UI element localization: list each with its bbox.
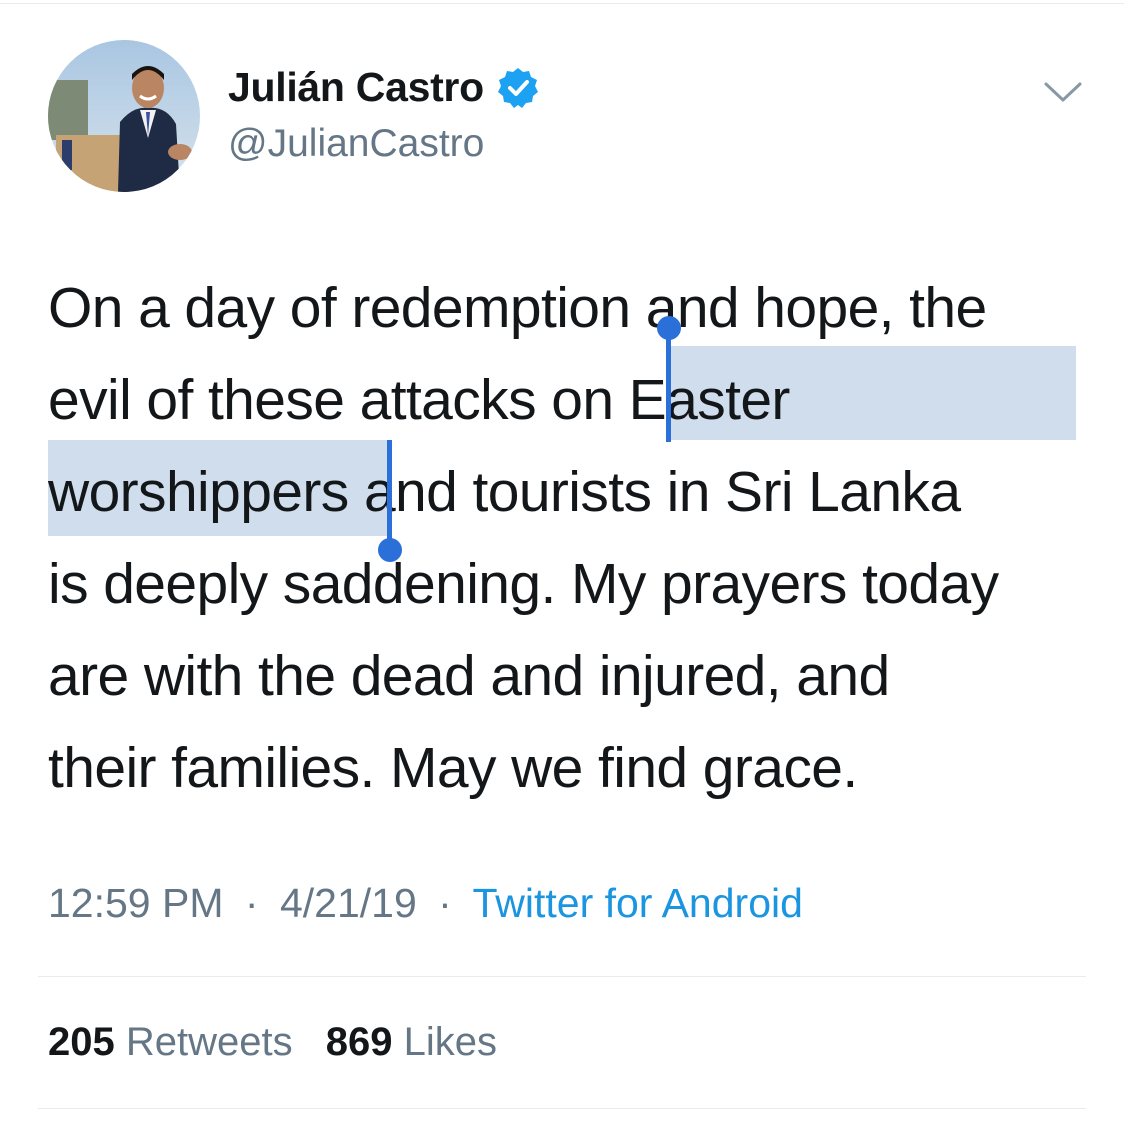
selected-text: Easter <box>628 368 791 432</box>
retweets-count: 205 <box>48 1020 115 1064</box>
tweet-date[interactable]: 4/21/19 <box>280 880 417 926</box>
likes-stat[interactable]: 869 Likes <box>326 1020 497 1064</box>
tweet-stats: 205 Retweets 869 Likes <box>48 1020 519 1065</box>
tweet-meta: 12:59 PM · 4/21/19 · Twitter for Android <box>48 880 803 927</box>
likes-count: 869 <box>325 1020 393 1064</box>
tweet-source-link[interactable]: Twitter for Android <box>472 880 802 926</box>
selected-text: worshippers <box>48 460 349 524</box>
divider <box>38 1108 1086 1109</box>
retweets-label: Retweets <box>125 1020 293 1064</box>
selection-start-handle[interactable] <box>666 330 671 442</box>
retweets-stat[interactable]: 205 Retweets <box>48 1020 293 1064</box>
tweet-line: is deeply saddening. My prayers today <box>48 552 999 616</box>
divider <box>38 976 1086 977</box>
tweet-line: are with the dead and injured, and <box>48 644 890 708</box>
display-name[interactable]: Julián Castro <box>228 64 484 111</box>
selection-end-handle[interactable] <box>387 440 392 544</box>
user-handle[interactable]: @JulianCastro <box>228 122 484 166</box>
selection-end-knob[interactable] <box>378 538 402 562</box>
chevron-down-icon[interactable] <box>1042 78 1084 108</box>
top-divider <box>0 3 1124 4</box>
name-row: Julián Castro <box>228 64 540 111</box>
avatar[interactable] <box>48 40 200 192</box>
meta-separator: · <box>244 880 259 926</box>
tweet-line: their families. May we find grace. <box>48 736 858 800</box>
tweet-text[interactable]: On a day of redemption and hope, the evi… <box>48 262 1098 814</box>
verified-badge-icon <box>496 66 540 110</box>
tweet-line: On a day of redemption and hope, the <box>48 276 987 340</box>
tweet-line: evil of these attacks on Easter <box>48 368 791 432</box>
tweet-line: worshippers and tourists in Sri Lanka <box>48 460 961 524</box>
meta-separator: · <box>438 880 452 926</box>
likes-label: Likes <box>403 1020 498 1064</box>
tweet-time[interactable]: 12:59 PM <box>48 880 224 926</box>
